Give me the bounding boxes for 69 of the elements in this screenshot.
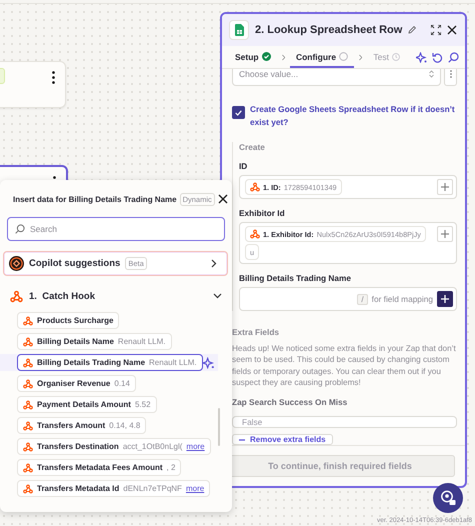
step-tab[interactable]: Setup	[229, 46, 277, 68]
field-hint: for field mapping	[372, 294, 433, 304]
sort-arrows-icon	[429, 70, 434, 78]
webhook-icon	[23, 336, 33, 346]
data-field-item[interactable]: Transfers Metadata Fees Amount , 2	[17, 459, 182, 476]
checkbox-label[interactable]: Create Google Sheets Spreadsheet Row if it doesn’t exist yet?	[250, 103, 457, 129]
webhook-icon	[23, 400, 33, 410]
pencil-icon[interactable]	[408, 26, 416, 34]
webhook-icon	[23, 484, 33, 494]
popover-title: Insert data for Billing Details Trading Name	[13, 195, 177, 204]
check-icon	[262, 52, 271, 61]
search-icon[interactable]	[448, 52, 459, 62]
remove-fields-button[interactable]: Remove extra fields	[232, 434, 333, 445]
webhook-icon	[23, 462, 33, 472]
data-field-item[interactable]: Transfers Destination acct_1OtB0nLgl( more	[17, 438, 211, 455]
data-field-item[interactable]: Transfers Amount 0.14, 4.8	[17, 417, 146, 434]
support-icon	[440, 490, 456, 506]
data-field-item[interactable]: Billing Details Trading Name Renault LLM.	[17, 354, 203, 371]
check-icon	[235, 110, 242, 116]
field-label: Exhibitor Id	[239, 208, 286, 218]
webhook-icon	[23, 358, 33, 368]
key-hint: /	[357, 294, 368, 304]
data-field-item[interactable]: Organiser Revenue 0.14	[17, 375, 136, 392]
field-label: ID	[239, 161, 248, 171]
plus-icon	[441, 295, 449, 303]
minus-icon	[239, 438, 245, 441]
chevron-right-icon	[359, 54, 362, 60]
expand-icon[interactable]	[431, 25, 441, 35]
plus-icon	[441, 183, 449, 191]
webhook-icon	[23, 316, 33, 326]
webhook-icon	[23, 442, 33, 452]
help-button[interactable]	[433, 483, 463, 513]
chevron-right-icon	[211, 259, 217, 268]
checkbox[interactable]	[232, 106, 245, 119]
section-title: Create	[239, 142, 266, 152]
chevron-down-icon	[213, 293, 222, 299]
more-link[interactable]: more	[186, 484, 204, 493]
close-icon[interactable]	[218, 192, 228, 202]
field-label: Zap Search Success On Miss	[232, 397, 348, 408]
section-title: Extra Fields	[232, 327, 280, 337]
plus-icon	[441, 230, 449, 238]
clock-icon	[392, 52, 400, 60]
add-button[interactable]	[437, 291, 453, 307]
webhook-icon	[23, 420, 33, 430]
circle-icon	[339, 52, 348, 61]
data-field-item[interactable]: Products Surcharge	[17, 312, 120, 329]
field-label: Billing Details Trading Name	[239, 273, 352, 283]
search-field[interactable]: Search	[7, 217, 225, 241]
refresh-icon[interactable]	[432, 52, 443, 62]
close-icon[interactable]	[447, 25, 457, 35]
webhook-icon	[23, 378, 33, 388]
input-field[interactable]: False	[232, 416, 457, 428]
copilot-icon	[9, 256, 24, 271]
data-field-item[interactable]: Transfers Metadata Id dENLn7eTPqNF more	[17, 480, 210, 497]
webhook-icon	[250, 229, 260, 239]
sparkle-icon[interactable]	[416, 52, 427, 62]
data-field-item[interactable]: Billing Details Name Renault LLM.	[17, 333, 172, 350]
search-icon	[15, 224, 25, 234]
more-icon[interactable]	[52, 71, 55, 84]
sparkle-icon[interactable]	[202, 356, 214, 368]
data-field-item[interactable]: Payment Details Amount 5.52	[17, 396, 157, 413]
spreadsheet-icon	[229, 20, 249, 40]
warning-text: Heads up! We noticed some extra fields in your Zap that don’t seem to be used. This could be caused by changing custom fields or temporary outages. You can clear them out if you suspect they are causing problems!	[232, 343, 457, 388]
step-title: 2. Lookup Spreadsheet Row	[255, 24, 402, 36]
webhook-icon	[250, 182, 260, 192]
step-group-header[interactable]: 1. Catch Hook	[10, 287, 222, 305]
webhook-icon	[10, 290, 23, 302]
more-link[interactable]: more	[186, 442, 205, 451]
chevron-right-icon	[282, 54, 285, 60]
